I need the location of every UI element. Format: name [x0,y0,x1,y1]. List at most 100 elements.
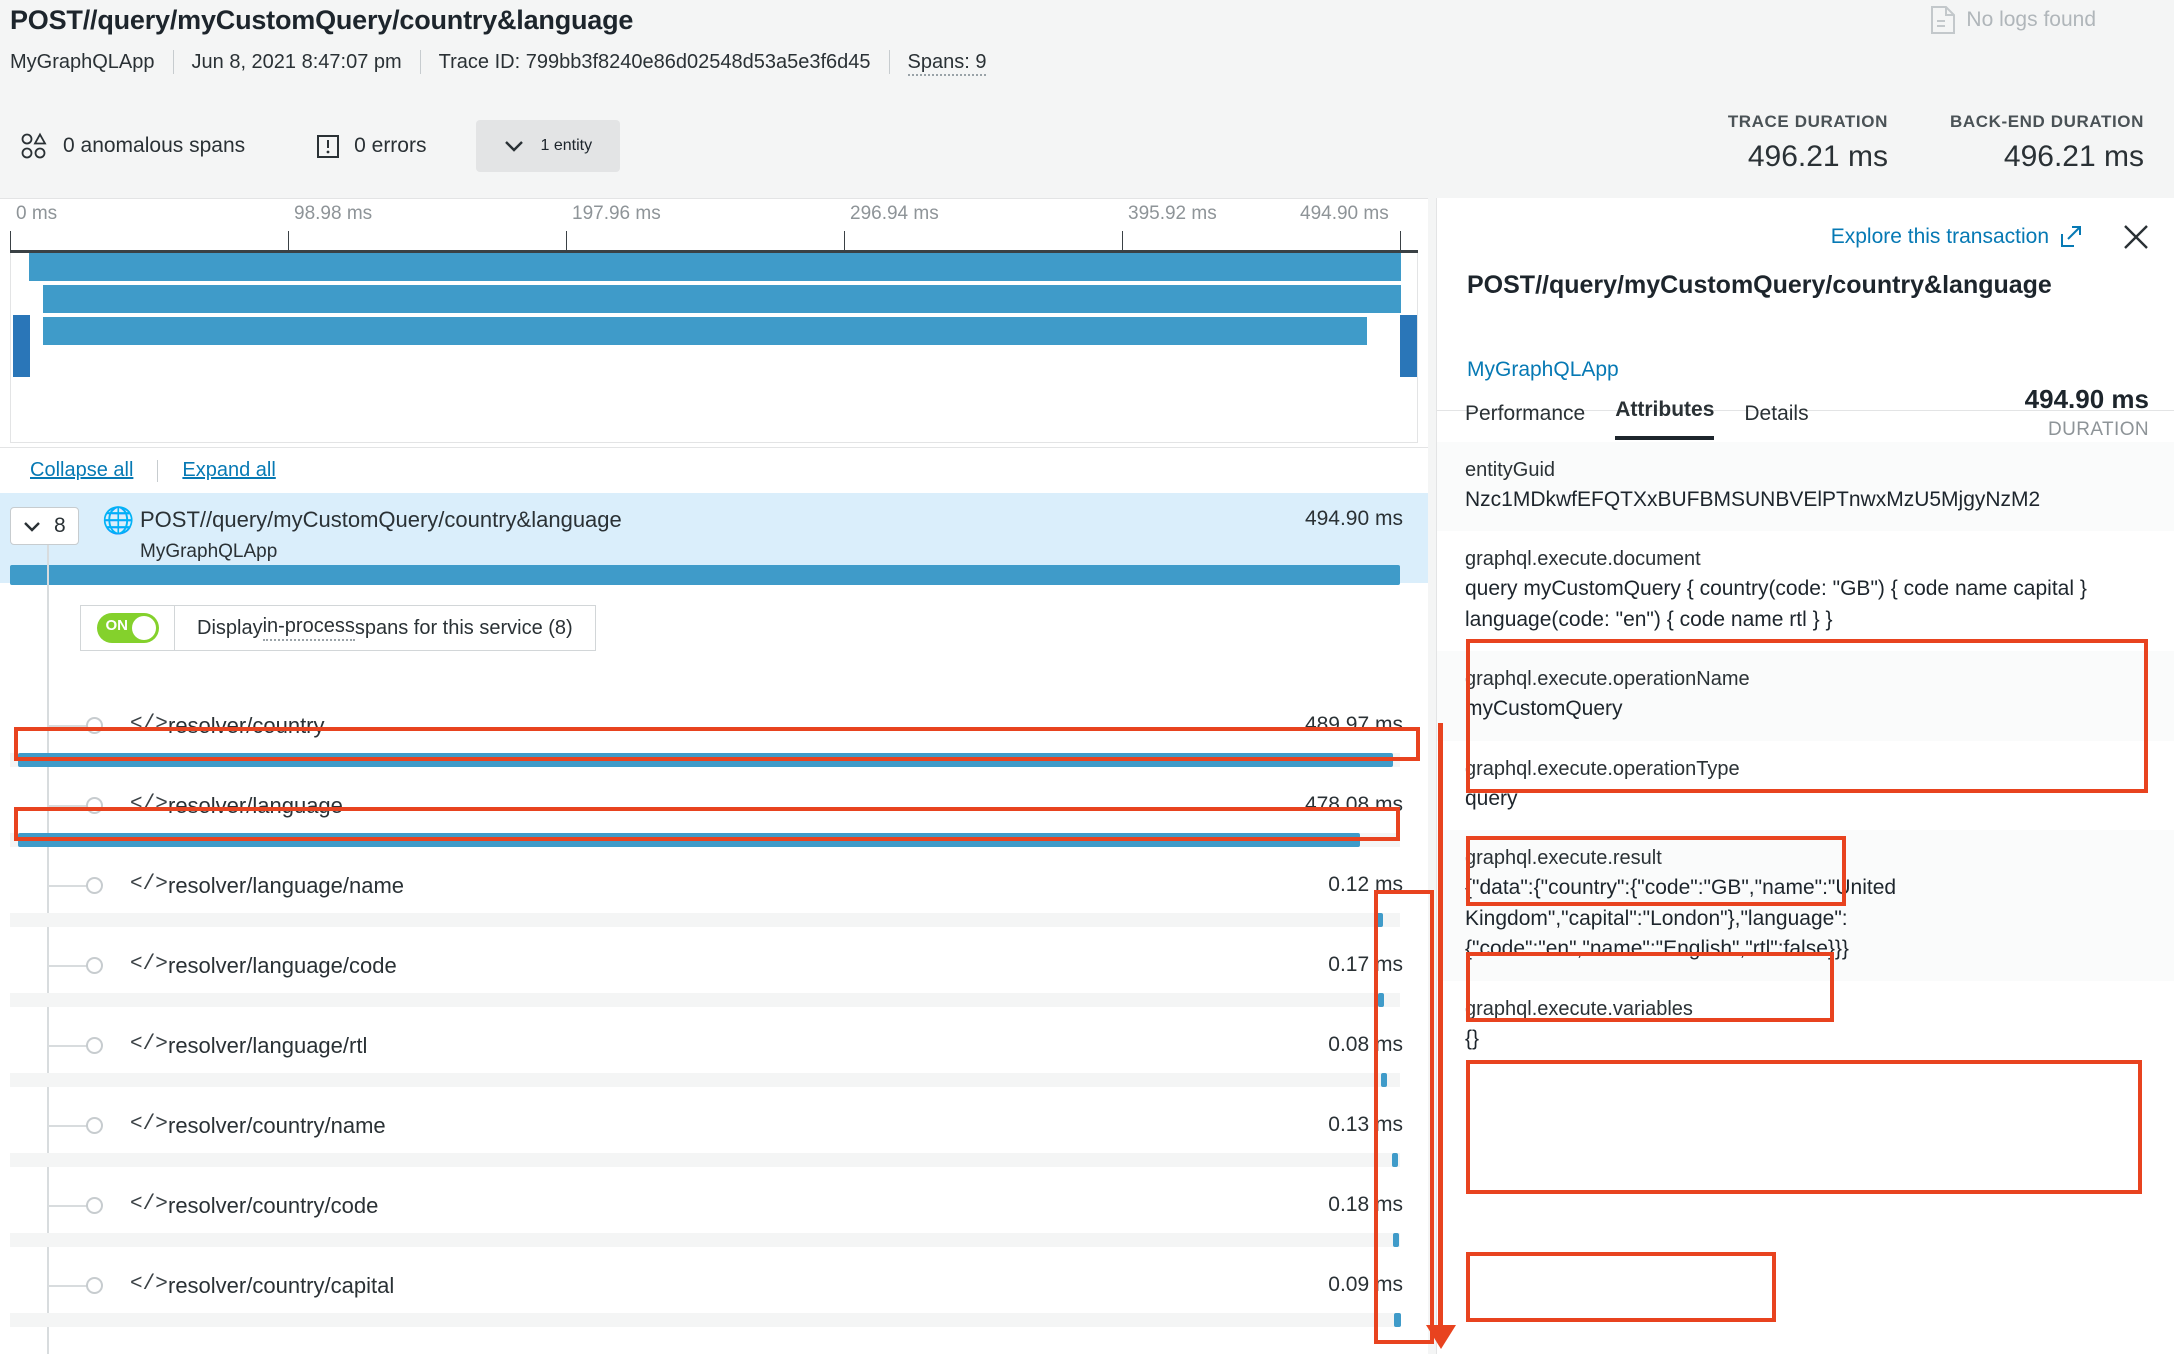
backend-duration-label: BACK-END DURATION [1950,112,2144,132]
toggle-switch[interactable]: ON [97,613,159,643]
collapse-all-link[interactable]: Collapse all [30,459,133,482]
span-row[interactable]: </>resolver/country/code0.18 ms [0,1181,1428,1261]
span-detail-panel: Explore this transaction POST//query/myC… [1436,198,2174,1354]
trace-duration-value: 496.21 ms [1728,140,1888,174]
tree-guide-horizontal [48,725,88,727]
span-duration: 0.18 ms [1328,1193,1403,1217]
detail-panel-header: Explore this transaction POST//query/myC… [1437,198,2174,411]
tree-node-dot[interactable] [86,957,103,974]
span-bar [1381,1073,1387,1087]
code-span-icon: </> [130,1113,168,1136]
anomalous-spans-label: 0 anomalous spans [63,134,245,158]
tree-guide-horizontal [48,1045,88,1047]
attribute-value: myCustomQuery [1465,694,2147,724]
errors-label: 0 errors [354,134,426,158]
span-row[interactable]: </>resolver/language/rtl0.08 ms [0,1021,1428,1101]
code-span-icon: </> [130,793,168,816]
tab-attributes[interactable]: Attributes [1615,398,1714,440]
toggle-knob [132,616,156,640]
tree-node-dot[interactable] [86,1277,103,1294]
entity-filter-button[interactable]: 1 entity [476,120,620,172]
span-bar [1378,993,1384,1007]
tree-node-dot[interactable] [86,1117,103,1134]
tree-node-dot[interactable] [86,1197,103,1214]
span-duration: 489.97 ms [1305,713,1403,737]
detail-panel-app-link[interactable]: MyGraphQLApp [1467,358,1619,382]
span-bar [1376,913,1382,927]
chevron-down-icon [23,520,41,532]
timeline-tick-mark [10,231,11,251]
span-row[interactable]: </>resolver/language478.08 ms [0,781,1428,861]
span-duration: 0.08 ms [1328,1033,1403,1057]
trace-minimap[interactable] [10,253,1418,443]
span-row-root[interactable]: 8 🌐 POST//query/myCustomQuery/country&la… [0,493,1428,583]
attribute-key: graphql.execute.document [1465,545,2147,574]
trace-duration: TRACE DURATION 496.21 ms [1728,112,1888,174]
trace-duration-label: TRACE DURATION [1728,112,1888,132]
span-bar-track [10,913,1400,927]
backend-duration: BACK-END DURATION 496.21 ms [1950,112,2144,174]
timeline-tick-label: 494.90 ms [1300,203,1389,225]
logs-status-label: No logs found [1966,8,2096,32]
divider [157,460,158,482]
tree-guide-horizontal [48,805,88,807]
inprocess-switch-cell[interactable]: ON [81,606,175,650]
code-span-icon: </> [130,1033,168,1056]
page-title: POST//query/myCustomQuery/country&langua… [10,5,633,36]
close-icon [2119,220,2153,254]
expand-all-link[interactable]: Expand all [182,459,275,482]
attribute-key: graphql.execute.operationType [1465,755,2147,784]
timeline-tick-label: 0 ms [16,203,57,225]
tree-node-dot[interactable] [86,797,103,814]
span-bar-track [10,1313,1400,1327]
minimap-handle-left[interactable] [13,315,30,377]
attribute-value: {"data":{"country":{"code":"GB","name":"… [1465,873,2147,964]
toggle-label-link[interactable]: in-process [263,615,355,641]
attribute-item[interactable]: graphql.execute.result{"data":{"country"… [1437,830,2174,980]
toggle-label-pre: Display [197,617,263,640]
detail-panel-tabs: Performance Attributes Details [1465,398,1809,440]
span-duration: 478.08 ms [1305,793,1403,817]
span-tree: 8 🌐 POST//query/myCustomQuery/country&la… [0,493,1428,1354]
tab-details[interactable]: Details [1744,402,1808,440]
attribute-item[interactable]: graphql.execute.operationTypequery [1437,741,2174,830]
explore-transaction-link[interactable]: Explore this transaction [1831,225,2083,249]
attribute-item[interactable]: graphql.execute.operationNamemyCustomQue… [1437,651,2174,740]
span-row[interactable]: </>resolver/country/name0.13 ms [0,1101,1428,1181]
root-span-name: POST//query/myCustomQuery/country&langua… [140,507,622,533]
tree-node-dot[interactable] [86,877,103,894]
span-bar [18,753,1393,767]
timeline-tick-mark [288,231,289,251]
header-timestamp: Jun 8, 2021 8:47:07 pm [174,51,420,74]
errors-chip[interactable]: 0 errors [305,131,454,161]
span-bar-track [10,1233,1400,1247]
span-row[interactable]: </>resolver/language/code0.17 ms [0,941,1428,1021]
span-row[interactable]: </>resolver/country/capital0.09 ms [0,1261,1428,1341]
span-row[interactable]: </>resolver/language/name0.12 ms [0,861,1428,941]
span-row[interactable]: </>resolver/country489.97 ms [0,701,1428,781]
inprocess-toggle-label: Display in-process spans for this servic… [175,606,595,650]
tree-node-dot[interactable] [86,1037,103,1054]
attribute-value: query myCustomQuery { country(code: "GB"… [1465,574,2147,635]
inprocess-toggle[interactable]: ON Display in-process spans for this ser… [80,605,596,651]
anomaly-icon [20,131,50,161]
code-span-icon: </> [130,873,168,896]
root-span-bar [10,565,1400,585]
attribute-item[interactable]: graphql.execute.documentquery myCustomQu… [1437,531,2174,651]
span-bar [18,833,1359,847]
timeline-tick-mark [1400,231,1401,251]
timeline-tick-label: 296.94 ms [850,203,939,225]
timeline-tick-label: 197.96 ms [572,203,661,225]
minimap-handle-right[interactable] [1400,315,1417,377]
attribute-item[interactable]: graphql.execute.variables{} [1437,981,2174,1070]
header-span-count[interactable]: Spans: 9 [908,51,987,76]
tree-guide-horizontal [48,965,88,967]
header-trace-id: Trace ID: 799bb3f8240e86d02548d53a5e3f6d… [421,51,889,74]
anomalous-spans-chip[interactable]: 0 anomalous spans [10,131,273,161]
root-expander[interactable]: 8 [10,507,79,545]
attribute-item[interactable]: entityGuidNzc1MDkwfEFQTXxBUFBMSUNBVElPTn… [1437,442,2174,531]
close-panel-button[interactable] [2119,220,2153,254]
tree-node-dot[interactable] [86,717,103,734]
tab-performance[interactable]: Performance [1465,402,1585,440]
detail-panel-title: POST//query/myCustomQuery/country&langua… [1467,270,2087,301]
